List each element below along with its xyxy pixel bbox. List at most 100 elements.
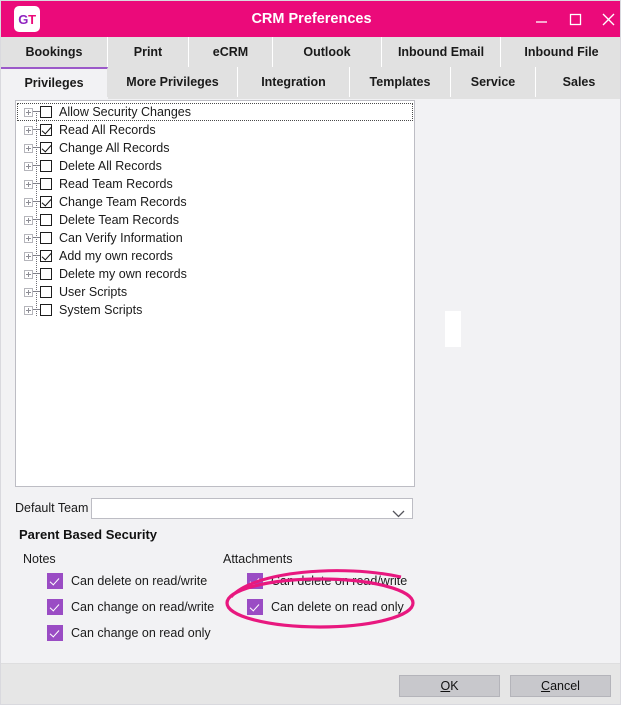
privilege-row[interactable]: Read Team Records: [16, 175, 414, 193]
security-checkbox-row[interactable]: Can delete on read only: [247, 599, 404, 615]
checkbox-unchecked-icon[interactable]: [40, 106, 52, 118]
privilege-row[interactable]: Delete All Records: [16, 157, 414, 175]
tab-inbound-email[interactable]: Inbound Email: [382, 37, 501, 67]
title-bar: GT CRM Preferences: [1, 1, 620, 37]
privileges-listbox[interactable]: Allow Security Changes Read All Records Ch…: [15, 100, 415, 487]
privilege-label: Allow Security Changes: [59, 105, 192, 119]
default-team-label: Default Team: [15, 501, 89, 515]
privilege-row[interactable]: Add my own records: [16, 247, 414, 265]
expand-plus-icon[interactable]: [24, 143, 33, 153]
dialog-button-bar: OK Cancel: [1, 663, 620, 704]
expand-plus-icon[interactable]: [24, 305, 33, 315]
security-checkbox-row[interactable]: Can change on read only: [47, 625, 211, 641]
privilege-label: System Scripts: [59, 303, 143, 317]
security-checkbox-label: Can delete on read only: [271, 600, 404, 614]
checkbox-checked-icon[interactable]: [247, 599, 263, 615]
privilege-row[interactable]: Change All Records: [16, 139, 414, 157]
tab-bookings[interactable]: Bookings: [1, 37, 108, 67]
tab-print[interactable]: Print: [108, 37, 189, 67]
privilege-label: Can Verify Information: [59, 231, 183, 245]
tab-sales[interactable]: Sales: [536, 67, 620, 97]
checkbox-unchecked-icon[interactable]: [40, 232, 52, 244]
expand-plus-icon[interactable]: [24, 197, 33, 207]
close-icon[interactable]: [593, 1, 620, 37]
security-checkbox-label: Can change on read only: [71, 626, 211, 640]
tab-underline-active-segment: [1, 97, 108, 99]
privilege-label: Delete Team Records: [59, 213, 179, 227]
tab-inbound-file[interactable]: Inbound File: [501, 37, 620, 67]
tab-outlook[interactable]: Outlook: [273, 37, 382, 67]
expand-plus-icon[interactable]: [24, 269, 33, 279]
security-checkbox-row[interactable]: Can delete on read/write: [47, 573, 207, 589]
white-rectangle-artifact: [445, 311, 461, 347]
security-checkbox-label: Can delete on read/write: [71, 574, 208, 588]
tree-branch-line: [33, 273, 40, 275]
expand-plus-icon[interactable]: [24, 125, 33, 135]
tab-row-secondary: Privileges More Privileges Integration Temp…: [1, 67, 620, 97]
privilege-label: Read Team Records: [59, 177, 173, 191]
expand-plus-icon[interactable]: [24, 215, 33, 225]
checkbox-checked-icon[interactable]: [40, 124, 52, 136]
privilege-label: Delete All Records: [59, 159, 162, 173]
privilege-row[interactable]: Delete Team Records: [16, 211, 414, 229]
tree-branch-line: [33, 165, 40, 167]
expand-plus-icon[interactable]: [24, 179, 33, 189]
minimize-icon[interactable]: [526, 1, 556, 37]
expand-plus-icon[interactable]: [24, 107, 33, 117]
privilege-label: Add my own records: [59, 249, 173, 263]
checkbox-checked-icon[interactable]: [40, 142, 52, 154]
tab-privileges[interactable]: Privileges: [1, 67, 108, 97]
default-team-combo[interactable]: [91, 498, 413, 519]
tree-branch-line: [33, 255, 40, 257]
privilege-row[interactable]: Allow Security Changes: [17, 103, 413, 121]
maximize-icon[interactable]: [560, 1, 590, 37]
expand-plus-icon[interactable]: [24, 251, 33, 261]
attachments-column-heading: Attachments: [223, 552, 293, 566]
privilege-row[interactable]: Read All Records: [16, 121, 414, 139]
checkbox-checked-icon[interactable]: [40, 196, 52, 208]
checkbox-checked-icon[interactable]: [47, 599, 63, 615]
ok-button[interactable]: OK: [399, 675, 500, 697]
privilege-label: Delete my own records: [59, 267, 187, 281]
tab-row-primary: Bookings Print eCRM Outlook Inbound Email Inb…: [1, 37, 620, 67]
security-checkbox-row[interactable]: Can delete on read/write: [247, 573, 407, 589]
privilege-row[interactable]: User Scripts: [16, 283, 414, 301]
privileges-tree: Allow Security Changes Read All Records Ch…: [16, 101, 414, 319]
cancel-rest: ancel: [550, 679, 580, 693]
checkbox-unchecked-icon[interactable]: [40, 304, 52, 316]
tree-branch-line: [33, 219, 40, 221]
security-checkbox-row[interactable]: Can change on read/write: [47, 599, 214, 615]
ok-rest: K: [450, 679, 459, 693]
checkbox-unchecked-icon[interactable]: [40, 286, 52, 298]
privilege-row[interactable]: Change Team Records: [16, 193, 414, 211]
tab-ecrm[interactable]: eCRM: [189, 37, 273, 67]
tree-branch-line: [33, 183, 40, 185]
privilege-row[interactable]: Delete my own records: [16, 265, 414, 283]
tree-branch-line: [33, 237, 40, 239]
cancel-button[interactable]: Cancel: [510, 675, 611, 697]
checkbox-unchecked-icon[interactable]: [40, 214, 52, 226]
checkbox-checked-icon[interactable]: [247, 573, 263, 589]
cancel-accel: C: [541, 679, 551, 693]
tree-branch-line: [33, 309, 40, 311]
checkbox-checked-icon[interactable]: [47, 625, 63, 641]
chevron-down-icon: [392, 505, 405, 523]
privilege-row[interactable]: Can Verify Information: [16, 229, 414, 247]
privilege-row[interactable]: System Scripts: [16, 301, 414, 319]
checkbox-unchecked-icon[interactable]: [40, 178, 52, 190]
privilege-label: Read All Records: [59, 123, 156, 137]
expand-plus-icon[interactable]: [24, 233, 33, 243]
tree-branch-line: [33, 201, 40, 203]
expand-plus-icon[interactable]: [24, 161, 33, 171]
tab-templates[interactable]: Templates: [350, 67, 451, 97]
checkbox-unchecked-icon[interactable]: [40, 160, 52, 172]
tab-service[interactable]: Service: [451, 67, 536, 97]
checkbox-checked-icon[interactable]: [47, 573, 63, 589]
tab-integration[interactable]: Integration: [238, 67, 350, 97]
privilege-label: User Scripts: [59, 285, 128, 299]
tree-branch-line: [33, 111, 40, 113]
expand-plus-icon[interactable]: [24, 287, 33, 297]
checkbox-checked-icon[interactable]: [40, 250, 52, 262]
checkbox-unchecked-icon[interactable]: [40, 268, 52, 280]
tab-more-privileges[interactable]: More Privileges: [108, 67, 238, 97]
